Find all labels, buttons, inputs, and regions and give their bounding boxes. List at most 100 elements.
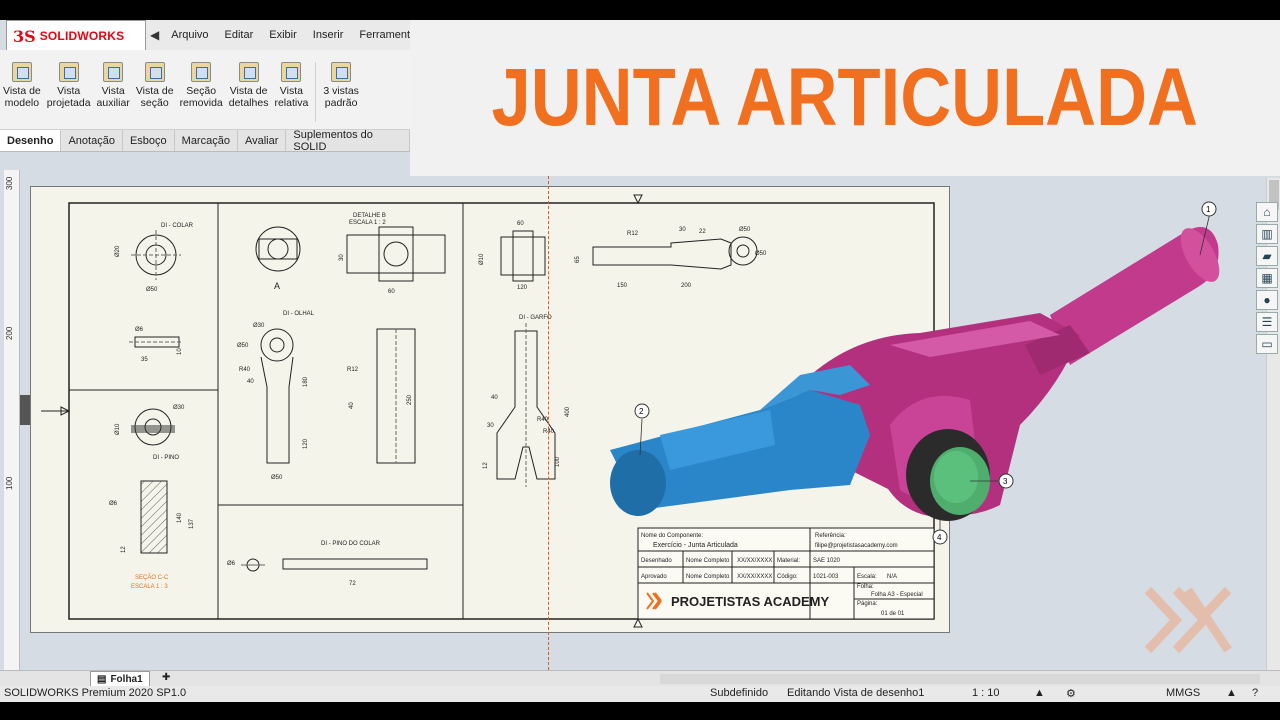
view-label-olhal: DI - OLHAL <box>283 311 315 317</box>
standard-3-views-icon <box>331 62 352 82</box>
menu-item-inserir[interactable]: Inserir <box>305 29 352 41</box>
sheet-tab-folha1[interactable]: ▤ Folha1 <box>90 671 150 687</box>
detail-label: DETALHE B <box>353 213 386 219</box>
section-view-icon <box>144 62 165 82</box>
dim-r6-garfo: 12 <box>483 462 489 469</box>
dim-140: 140 <box>177 512 183 523</box>
section-view-button[interactable]: Vista de seção <box>133 62 177 129</box>
folder-icon[interactable]: ▰ <box>1256 246 1278 266</box>
dim-35: 35 <box>141 357 148 363</box>
projected-view-button[interactable]: Vista projetada <box>44 62 94 129</box>
relative-view-button[interactable]: Vista relativa <box>271 62 311 129</box>
dim-d6-pino: Ø6 <box>109 501 118 507</box>
tab-anotacao[interactable]: Anotação <box>61 130 123 151</box>
standard-3-views-button[interactable]: 3 vistas padrão <box>320 62 362 129</box>
dim-250: 250 <box>407 394 413 405</box>
dim-60-detail: 60 <box>388 289 395 295</box>
status-product: SOLIDWORKS Premium 2020 SP1.0 <box>4 687 187 699</box>
dim-d30-olhal: Ø30 <box>253 323 265 329</box>
dim-d100: Ø10 <box>479 253 485 265</box>
olhal-shank <box>260 356 294 464</box>
status-bar: SOLIDWORKS Premium 2020 SP1.0 Subdefinid… <box>0 686 1280 702</box>
top-black-band <box>0 0 1280 20</box>
banner-title: JUNTA ARTICULADA <box>491 52 1199 143</box>
dim-d50-colar: Ø50 <box>146 287 158 293</box>
status-units[interactable]: MMGS <box>1166 687 1200 699</box>
detail-view-button[interactable]: Vista de detalhes <box>226 62 272 129</box>
dim-r30-garfo: 30 <box>487 423 494 429</box>
ruler-mark-200: 200 <box>5 326 14 340</box>
tab-desenho[interactable]: Desenho <box>0 130 62 151</box>
dim-d6-pin: Ø6 <box>227 561 236 567</box>
task-pane-tabs: ⌂ ▥ ▰ ▦ ● ☰ ▭ <box>1256 202 1280 358</box>
add-sheet-icon[interactable]: ✚ <box>162 672 170 683</box>
tab-marcacao[interactable]: Marcação <box>175 130 238 151</box>
dim-d6-small: Ø6 <box>135 327 144 333</box>
horizontal-scrollbar[interactable] <box>660 674 1260 684</box>
dim-40-garfo: 40 <box>491 395 498 401</box>
ds-logo-icon: 3S <box>13 26 36 46</box>
view-label-colar: DI - COLAR <box>161 223 194 229</box>
auxiliary-view-button[interactable]: Vista auxiliar <box>94 62 133 129</box>
command-manager-tabs: Desenho Anotação Esboço Marcação Avaliar… <box>0 129 410 153</box>
sheet-splitter-handle[interactable] <box>20 395 30 425</box>
sheet-tab-bar: ▤ Folha1 ✚ <box>0 670 1280 687</box>
svg-text:1: 1 <box>1206 205 1211 214</box>
status-scale-dropdown-icon[interactable]: ▲ <box>1034 687 1045 699</box>
tab-avaliar[interactable]: Avaliar <box>238 130 287 151</box>
pino-section <box>140 480 168 554</box>
view-a-outer <box>255 226 301 272</box>
parts-icon[interactable]: ▥ <box>1256 224 1278 244</box>
detail-body <box>346 234 446 274</box>
balloon-4: 4 <box>932 517 948 545</box>
section-scale: ESCALA 1 : 3 <box>131 584 168 590</box>
dim-d30-section: Ø30 <box>173 405 185 411</box>
garfo-end-view <box>500 236 546 276</box>
dim-100-garfo: 100 <box>555 456 561 467</box>
tab-esboco[interactable]: Esboço <box>123 130 175 151</box>
view-a-label: A <box>274 281 280 291</box>
view-label-pino: DI - PINO <box>153 455 179 461</box>
dim-10: 10 <box>177 348 183 355</box>
auxiliary-view-icon <box>103 62 124 82</box>
tab-suplementos[interactable]: Suplementos do SOLID <box>286 129 410 153</box>
solidworks-logo[interactable]: 3S SOLIDWORKS <box>6 20 146 52</box>
ruler-mark-300: 300 <box>5 176 14 190</box>
model-view-button[interactable]: Vista de modelo <box>0 62 44 129</box>
appearance-icon[interactable]: ● <box>1256 290 1278 310</box>
projected-view-icon <box>58 62 79 82</box>
logo-text: SOLIDWORKS <box>39 29 125 43</box>
removed-section-button[interactable]: Seção removida <box>177 62 226 129</box>
home-icon[interactable]: ⌂ <box>1256 202 1278 222</box>
dim-120-olhal: 120 <box>303 438 309 449</box>
relative-view-icon <box>281 62 302 82</box>
dim-72: 72 <box>349 581 356 587</box>
dim-r40-garfo: R40 <box>537 417 549 423</box>
forum-icon[interactable]: ▭ <box>1256 334 1278 354</box>
properties-icon[interactable]: ☰ <box>1256 312 1278 332</box>
garfo-end-face <box>610 450 666 516</box>
rebuild-icon[interactable]: ⚙ <box>1066 687 1076 700</box>
dim-d50-shank: Ø50 <box>271 475 283 481</box>
menu-item-arquivo[interactable]: Arquivo <box>163 29 216 41</box>
pin-body <box>282 558 428 570</box>
dim-50-detail: 30 <box>339 254 345 261</box>
dim-60-garfo: 60 <box>517 221 524 227</box>
sheet-centerline <box>548 176 549 670</box>
dim-40-olhal: 40 <box>247 379 254 385</box>
title-banner: JUNTA ARTICULADA <box>410 20 1280 176</box>
menu-item-exibir[interactable]: Exibir <box>261 29 305 41</box>
view-palette-icon[interactable]: ▦ <box>1256 268 1278 288</box>
projetistas-watermark-icon <box>1144 586 1232 654</box>
status-editing: Editando Vista de desenho1 <box>787 687 925 699</box>
menu-collapse-icon[interactable]: ◀ <box>146 28 163 42</box>
units-dropdown-icon[interactable]: ▲ <box>1226 687 1237 699</box>
dim-65: 65 <box>575 256 581 263</box>
dim-d20-colar: Ø20 <box>115 245 121 257</box>
dim-40-side: 40 <box>349 402 355 409</box>
section-hatch <box>131 425 175 433</box>
svg-text:3: 3 <box>1003 477 1008 486</box>
menu-item-editar[interactable]: Editar <box>217 29 262 41</box>
help-icon[interactable]: ? <box>1252 687 1258 699</box>
ribbon-separator <box>315 62 317 122</box>
